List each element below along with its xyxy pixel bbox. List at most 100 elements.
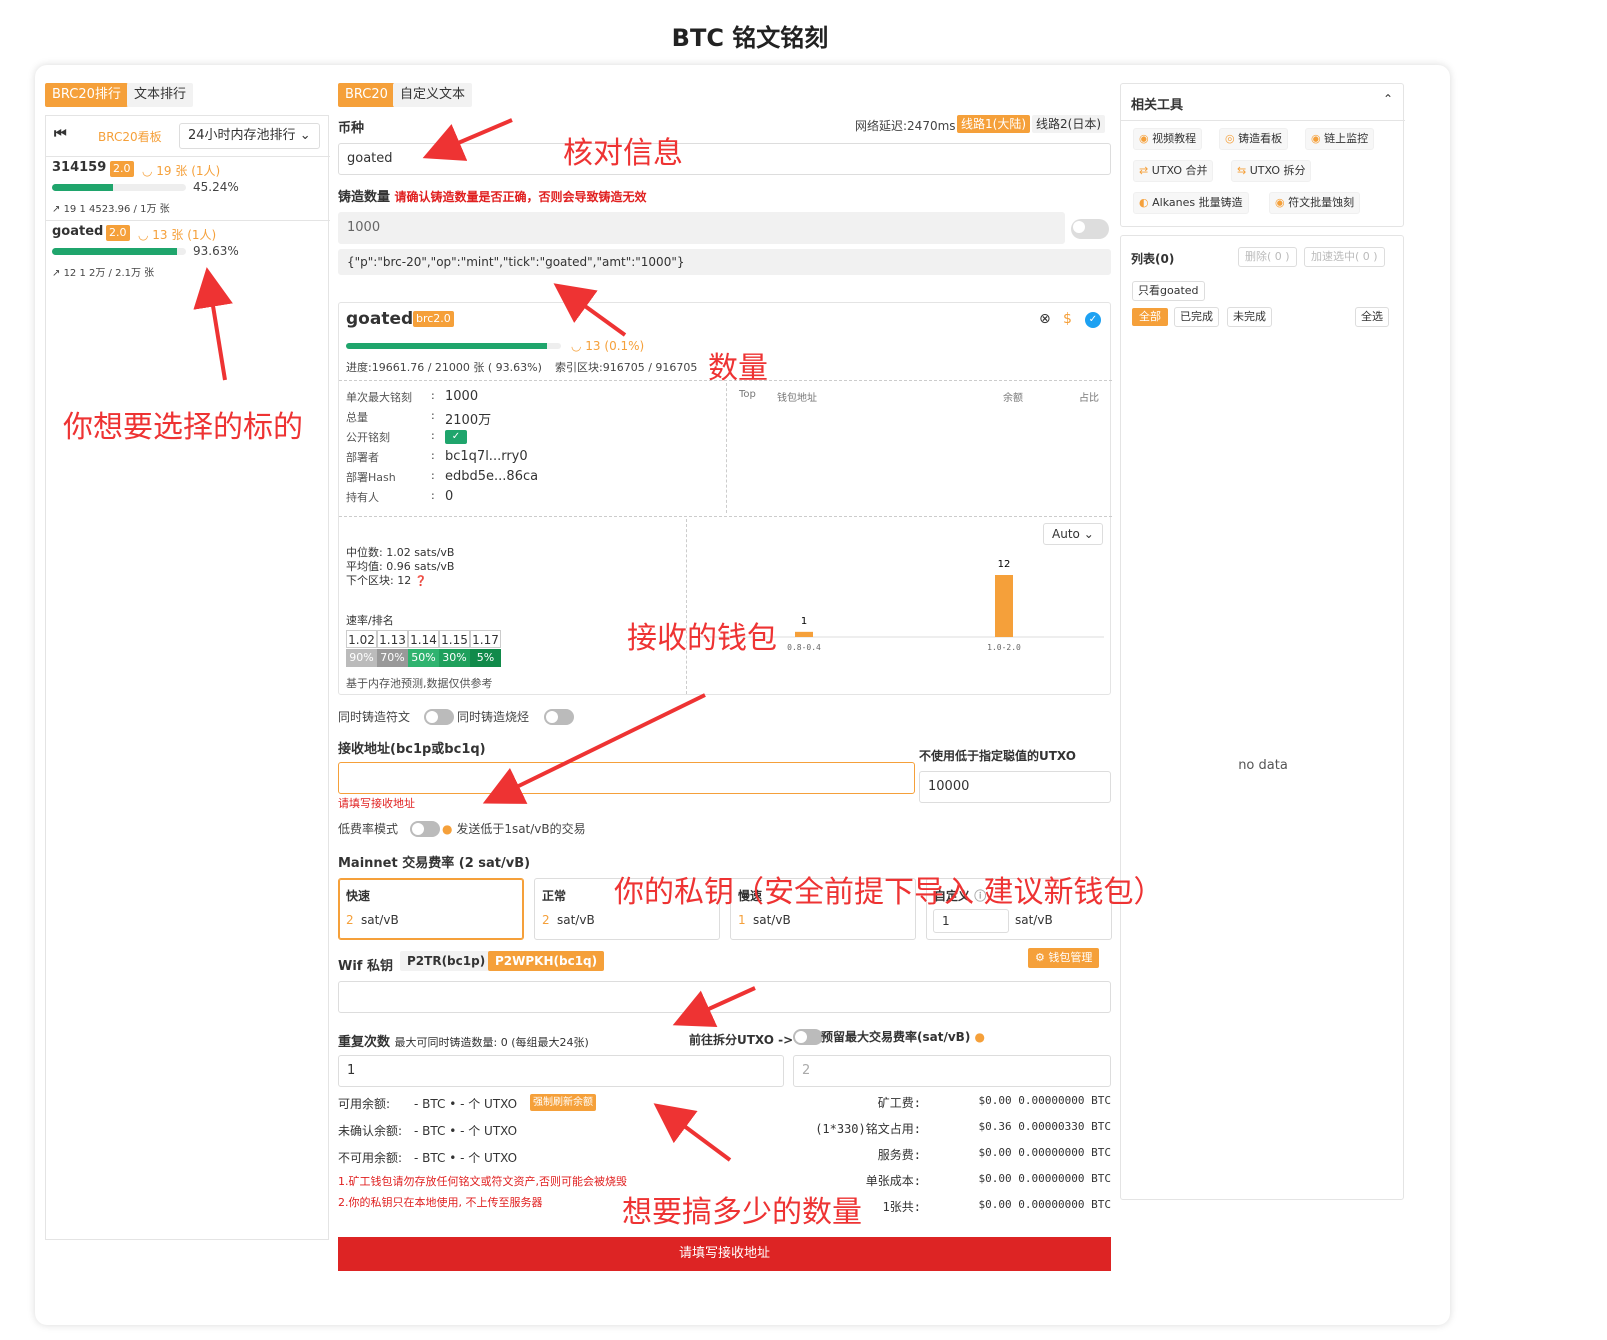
- cost-value: $0.00 0.00000000 BTC: [978, 1094, 1111, 1107]
- coin-icon[interactable]: $: [1063, 311, 1072, 327]
- reserve-toggle[interactable]: [793, 1029, 823, 1045]
- tools-panel: 相关工具 ⌃ ◉ 视频教程 ◎ 铸造看板 ◉ 链上监控 ⇄ UTXO 合并 ⇆ UTXO…: [1120, 83, 1405, 227]
- rank-cell: 90%: [346, 649, 377, 667]
- rank-cell: 30%: [439, 649, 470, 667]
- chart-bar: [795, 631, 813, 637]
- refresh-balance-button[interactable]: 强制刷新余额: [530, 1094, 596, 1111]
- field-key: 公开铭刻: [346, 431, 390, 444]
- filter-all[interactable]: 全部: [1132, 308, 1168, 326]
- holders-col-ratio: 占比: [1079, 393, 1099, 404]
- lowfee-label: 低费率模式: [338, 822, 399, 836]
- annotation-howmany: 想要搞多少的数量: [622, 1195, 862, 1230]
- submit-button[interactable]: 请填写接收地址: [338, 1237, 1111, 1271]
- tool-button[interactable]: ◉ 视频教程: [1133, 128, 1203, 150]
- tool-button[interactable]: ⇄ UTXO 合并: [1133, 160, 1214, 182]
- rank-count: ◡ 19 张 (1人): [142, 164, 221, 178]
- token-progress-bar: [346, 343, 561, 349]
- tool-button[interactable]: ◎ 铸造看板: [1219, 128, 1289, 150]
- auto-select[interactable]: Auto ⌄: [1043, 523, 1103, 545]
- route1-button[interactable]: 线路1(大陆): [957, 115, 1030, 133]
- rank-item[interactable]: goated 2.0 ◡ 13 张 (1人) 93.63% ↗ 12 1 2万 …: [46, 222, 330, 284]
- wif-p2wpkh-tab[interactable]: P2WPKH(bc1q): [488, 951, 605, 971]
- wallet-manage-button[interactable]: ⚙ 钱包管理: [1028, 948, 1100, 968]
- brc20-board-link[interactable]: BRC20看板: [98, 128, 162, 145]
- twitter-icon[interactable]: ✓: [1085, 312, 1101, 328]
- tool-button[interactable]: ◉ 符文批量蚀刻: [1269, 192, 1361, 214]
- utxo-min-input[interactable]: 10000: [919, 771, 1111, 803]
- monitor-icon: ◉: [1311, 132, 1325, 145]
- cost-value: $0.00 0.00000000 BTC: [978, 1172, 1111, 1185]
- select-all-button[interactable]: 全选: [1355, 307, 1389, 327]
- field-key: 总量: [346, 411, 368, 424]
- close-circle-icon[interactable]: ⊗: [1039, 311, 1051, 327]
- gear-icon: ⚙: [1035, 951, 1045, 964]
- coin-input[interactable]: goated: [338, 143, 1111, 175]
- field-key: 单次最大铭刻: [346, 391, 412, 404]
- reserve-input[interactable]: 2: [793, 1055, 1111, 1087]
- fee-option-0[interactable]: 快速 2 sat/vB: [338, 878, 524, 940]
- tab-custom-text[interactable]: 自定义文本: [393, 83, 473, 107]
- custom-fee-input[interactable]: 1: [933, 909, 1009, 933]
- mint-amount-input[interactable]: 1000: [338, 212, 1065, 244]
- only-goated-button[interactable]: 只看goated: [1132, 281, 1205, 301]
- first-page-icon[interactable]: ⏮: [54, 126, 67, 142]
- field-key: 部署Hash: [346, 471, 396, 484]
- fee-option-unit: sat/vB: [361, 913, 399, 927]
- tool-button[interactable]: ◉ 链上监控: [1305, 128, 1375, 150]
- rank-item[interactable]: 314159 2.0 ◡ 19 张 (1人) 45.24% ↗ 19 1 452…: [46, 158, 330, 220]
- tool-button[interactable]: ⇆ UTXO 拆分: [1231, 160, 1312, 182]
- wif-p2tr-tab[interactable]: P2TR(bc1p): [400, 951, 493, 971]
- speedup-button[interactable]: 加速选中( 0 ): [1304, 247, 1385, 267]
- delete-button[interactable]: 删除( 0 ): [1238, 247, 1297, 267]
- route2-button[interactable]: 线路2(日本): [1032, 115, 1105, 133]
- next-block-text: 下个区块: 12 ❓: [346, 574, 428, 587]
- tab-brc20-rank[interactable]: BRC20排行: [45, 83, 128, 107]
- merge-icon: ⇄: [1139, 164, 1152, 177]
- tool-label: UTXO 拆分: [1249, 164, 1306, 177]
- custom-fee-unit: sat/vB: [1015, 913, 1053, 927]
- board-icon: ◎: [1225, 132, 1239, 145]
- coin-label: 币种: [338, 121, 365, 136]
- balance-key: 可用余额:: [338, 1097, 391, 1111]
- wif-input[interactable]: [338, 981, 1111, 1013]
- chart-value-label: 12: [998, 559, 1011, 570]
- wif-label: Wif 私钥: [338, 959, 393, 974]
- mint-runes-toggle[interactable]: [424, 709, 454, 725]
- field-colon: :: [431, 469, 435, 482]
- rank-cell: 70%: [377, 649, 408, 667]
- list-title: 列表(0): [1131, 252, 1175, 266]
- sort-select[interactable]: 24小时内存池排行 ⌄: [179, 123, 320, 149]
- holders-col-top: Top: [739, 389, 756, 400]
- no-data-text: no data: [1238, 758, 1288, 773]
- info-icon: ❓: [414, 576, 428, 587]
- split-utxo-link[interactable]: 前往拆分UTXO ->: [689, 1031, 793, 1048]
- repeat-input[interactable]: 1: [338, 1055, 784, 1087]
- tool-button[interactable]: ◐ Alkanes 批量铸造: [1133, 192, 1249, 214]
- tool-label: UTXO 合并: [1151, 164, 1208, 177]
- rank-progress: [52, 248, 186, 255]
- annotation-wallet: 接收的钱包: [627, 621, 777, 656]
- field-value: 0: [445, 489, 454, 504]
- rank-ticker: goated: [52, 224, 104, 239]
- rank-count: ◡ 13 张 (1人): [138, 228, 217, 242]
- field-value: 2100万: [445, 413, 492, 428]
- tab-text-rank[interactable]: 文本排行: [127, 83, 194, 107]
- rate-cell: 1.15: [439, 630, 470, 648]
- version-badge: 2.0: [106, 225, 130, 241]
- chevron-up-icon[interactable]: ⌃: [1383, 92, 1393, 106]
- recv-address-input[interactable]: [338, 762, 915, 794]
- field-key: 部署者: [346, 451, 379, 464]
- check-icon: ✓: [445, 430, 467, 444]
- mint-burn-toggle[interactable]: [544, 709, 574, 725]
- mint-amount-toggle[interactable]: [1071, 219, 1109, 239]
- field-colon: :: [431, 449, 435, 462]
- lowfee-toggle[interactable]: [410, 821, 440, 837]
- tab-brc20[interactable]: BRC20: [338, 83, 395, 107]
- field-value: 1000: [445, 389, 479, 404]
- mint-amount-warning: 请确认铸造数量是否正确，否则会导致铸造无效: [394, 190, 647, 204]
- filter-done[interactable]: 已完成: [1174, 307, 1219, 327]
- rank-cell: 5%: [470, 649, 501, 667]
- toggle1-label: 同时铸造符文: [338, 710, 411, 724]
- filter-undone[interactable]: 未完成: [1227, 307, 1272, 327]
- annotation-privkey: 你的私钥（安全前提下导入 建议新钱包）: [614, 875, 1164, 910]
